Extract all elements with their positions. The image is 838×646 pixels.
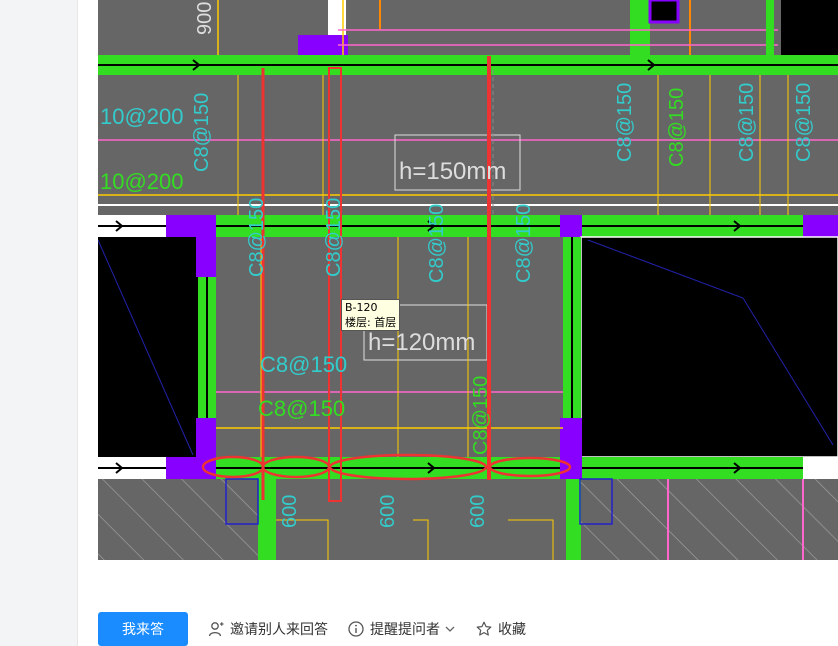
slab-thickness-150-label: h=150mm (399, 158, 506, 185)
rebar-c8-150-label: C8@150 (191, 93, 213, 172)
rebar-c8-150-label: C8@150 (260, 352, 347, 377)
answer-action-bar: 我来答 邀请别人来回答 提醒提问者 收藏 (98, 612, 526, 646)
rebar-c8-150-label: C8@150 (323, 198, 345, 277)
left-sidebar-gutter (0, 0, 78, 646)
rebar-c8-150-label: C8@150 (736, 83, 758, 162)
invite-answer-label: 邀请别人来回答 (230, 622, 328, 638)
rebar-c8-150-label: C8@150 (513, 204, 535, 283)
chevron-down-icon (444, 623, 456, 635)
rebar-c8-150-label: C8@150 (470, 376, 492, 455)
rebar-c8-150-label: C8@150 (793, 83, 815, 162)
info-icon (348, 621, 364, 637)
remind-asker-link[interactable]: 提醒提问者 (348, 619, 456, 639)
rebar-c8-150-label: C8@150 (258, 396, 345, 421)
rebar-c8-150-label: C8@150 (426, 204, 448, 283)
favorite-label: 收藏 (498, 622, 526, 638)
rebar-c8-150-label: C8@150 (246, 198, 268, 277)
star-icon (476, 621, 492, 637)
invite-user-icon (208, 621, 224, 637)
rebar-10-200-label: 10@200 (100, 104, 184, 129)
cad-tooltip: B-120 楼层: 首层 (341, 299, 401, 331)
invite-answer-link[interactable]: 邀请别人来回答 (208, 619, 328, 639)
dim-600-label: 600 (279, 495, 301, 528)
cad-drawing-image: 900 10@200 10@200 C8@150 h=150mm C8@150 … (98, 0, 838, 560)
tooltip-floor: 楼层: 首层 (345, 316, 397, 329)
answer-button[interactable]: 我来答 (98, 612, 188, 646)
slab-thickness-120-label: h=120mm (368, 329, 475, 356)
favorite-link[interactable]: 收藏 (476, 619, 526, 639)
rebar-c8-150-label: C8@150 (614, 83, 636, 162)
dim-900-label: 900 (194, 2, 216, 35)
cad-drawing-svg: 900 10@200 10@200 C8@150 h=150mm C8@150 … (98, 0, 838, 560)
rebar-10-200-label: 10@200 (100, 169, 184, 194)
tooltip-beam-id: B-120 (345, 301, 378, 314)
rebar-c8-150-label: C8@150 (666, 88, 688, 167)
remind-asker-label: 提醒提问者 (370, 622, 440, 638)
dim-600-label: 600 (467, 495, 489, 528)
dim-600-label: 600 (377, 495, 399, 528)
